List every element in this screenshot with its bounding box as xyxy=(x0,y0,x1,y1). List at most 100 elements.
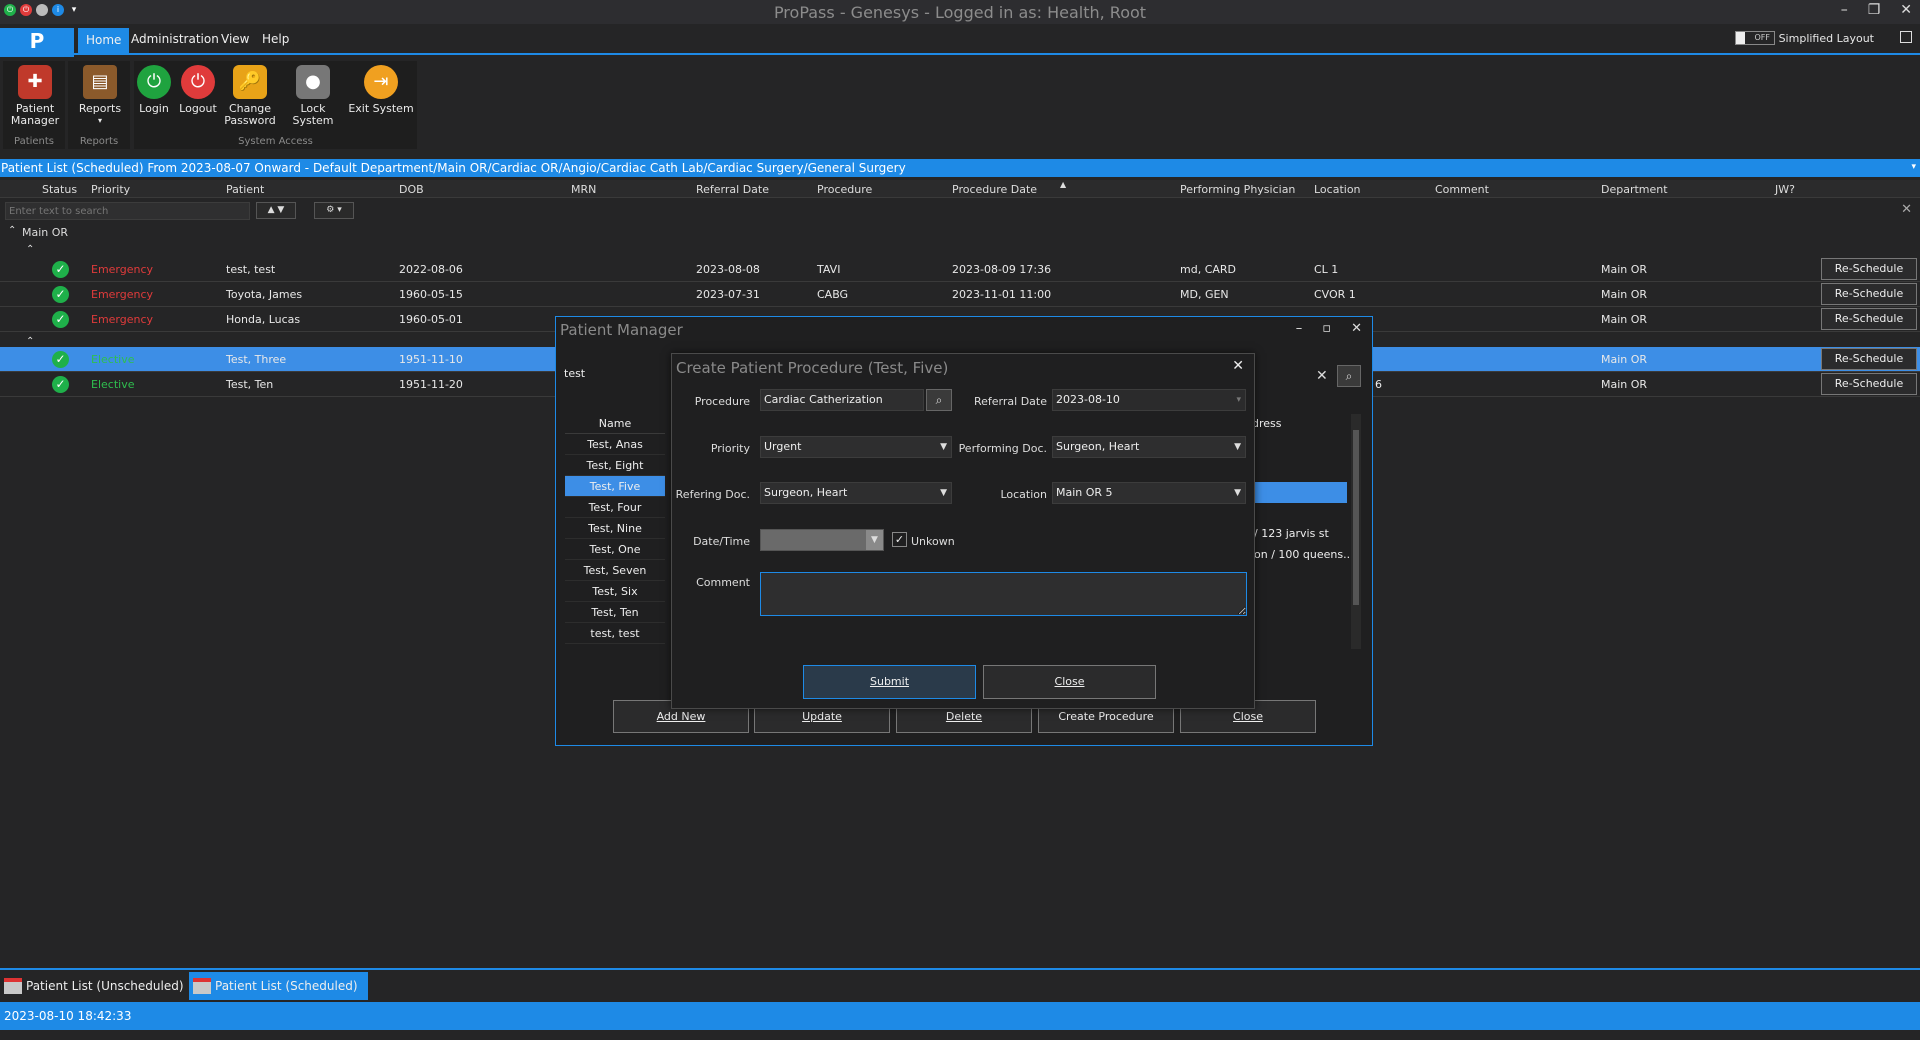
tab-scheduled[interactable]: Patient List (Scheduled) xyxy=(189,972,368,1000)
simplified-layout-label: Simplified Layout xyxy=(1778,32,1874,45)
menu-view[interactable]: View xyxy=(221,32,249,46)
reschedule-button[interactable]: Re-Schedule xyxy=(1821,283,1917,305)
col-dob[interactable]: DOB xyxy=(399,183,424,196)
comment-textarea[interactable] xyxy=(760,572,1247,616)
power-off-icon: ⏻ xyxy=(181,65,215,99)
book-icon: ▤ xyxy=(83,65,117,99)
address-column-header[interactable]: dress xyxy=(1252,414,1342,434)
reschedule-button[interactable]: Re-Schedule xyxy=(1821,258,1917,280)
reschedule-button[interactable]: Re-Schedule xyxy=(1821,348,1917,370)
group-header-main-or[interactable]: ⌃ Main OR xyxy=(0,225,1920,243)
collapse-icon[interactable]: ⌃ xyxy=(8,225,16,236)
list-item[interactable]: Test, Nine xyxy=(565,518,665,539)
list-item[interactable]: Test, Anas xyxy=(565,434,665,455)
simplified-layout-toggle[interactable]: OFF xyxy=(1735,31,1775,45)
col-patient[interactable]: Patient xyxy=(226,183,264,196)
exit-system-button[interactable]: ⇥ Exit System xyxy=(348,65,414,115)
tab-unscheduled[interactable]: Patient List (Unscheduled) xyxy=(0,972,194,1000)
sort-arrows-button[interactable]: ▲ ▼ xyxy=(256,202,296,219)
col-priority[interactable]: Priority xyxy=(91,183,130,196)
col-mrn[interactable]: MRN xyxy=(571,183,596,196)
reschedule-button[interactable]: Re-Schedule xyxy=(1821,373,1917,395)
close-icon[interactable]: ✕ xyxy=(1900,2,1912,18)
chevron-down-icon[interactable]: ▼ xyxy=(866,530,883,550)
table-row[interactable]: ✓ Emergency test, test 2022-08-06 2023-0… xyxy=(0,257,1920,282)
change-password-button[interactable]: 🔑 Change Password xyxy=(222,65,278,127)
list-item[interactable]: Test, Ten xyxy=(565,602,665,623)
menu-home[interactable]: Home xyxy=(78,28,130,55)
filter-row: ▲ ▼ ⚙ ▾ ✕ xyxy=(0,199,1920,223)
minimize-icon[interactable]: – xyxy=(1841,2,1848,18)
chevron-down-icon[interactable]: ▾ xyxy=(1236,390,1241,410)
refering-doc-select[interactable]: Surgeon, Heart ▼ xyxy=(760,482,952,504)
chevron-down-icon[interactable]: ▼ xyxy=(1234,437,1241,457)
patient-manager-button[interactable]: ✚ Patient Manager xyxy=(7,65,63,127)
procedure-search-button[interactable]: ⌕ xyxy=(926,389,952,411)
menu-administration[interactable]: Administration xyxy=(131,32,219,46)
performing-doc-select[interactable]: Surgeon, Heart ▼ xyxy=(1052,436,1246,458)
layout-icon[interactable] xyxy=(1900,31,1912,43)
col-performing-physician[interactable]: Performing Physician xyxy=(1180,183,1295,196)
procedure-field[interactable]: Cardiac Catherization xyxy=(760,389,924,411)
clear-search-icon[interactable]: ✕ xyxy=(1316,368,1328,384)
reports-button[interactable]: ▤ Reports ▾ xyxy=(72,65,128,127)
address-cell: on / 100 queens... xyxy=(1254,548,1354,561)
app-logo[interactable]: P xyxy=(0,28,74,57)
list-item[interactable]: Test, Seven xyxy=(565,560,665,581)
group-label-reports: Reports xyxy=(79,136,119,147)
list-item-selected[interactable]: Test, Five xyxy=(565,476,665,497)
address-cell: / 123 jarvis st xyxy=(1254,527,1329,540)
col-comment[interactable]: Comment xyxy=(1435,183,1489,196)
chevron-down-icon[interactable]: ▾ xyxy=(1911,162,1916,172)
location-label: Location xyxy=(1000,488,1047,501)
menu-help[interactable]: Help xyxy=(262,32,289,46)
row-cell: 6 xyxy=(1375,378,1382,391)
unknown-checkbox[interactable]: ✓ xyxy=(892,532,907,547)
list-item[interactable]: test, test xyxy=(565,623,665,644)
col-jw[interactable]: JW? xyxy=(1775,183,1795,196)
minimize-icon[interactable]: – xyxy=(1296,321,1303,336)
list-item[interactable]: Test, Eight xyxy=(565,455,665,476)
ribbon-group-system-access: ⏻ Login ⏻ Logout 🔑 Change Password ● Loc… xyxy=(134,61,417,149)
search-icon: ⌕ xyxy=(1345,369,1353,383)
col-department[interactable]: Department xyxy=(1601,183,1668,196)
reschedule-button[interactable]: Re-Schedule xyxy=(1821,308,1917,330)
col-procedure-date[interactable]: Procedure Date xyxy=(952,183,1037,196)
name-column-header[interactable]: Name xyxy=(565,414,665,434)
lock-system-button[interactable]: ● Lock System xyxy=(280,65,346,127)
login-button[interactable]: ⏻ Login xyxy=(134,65,174,115)
exit-icon: ⇥ xyxy=(364,65,398,99)
list-item[interactable]: Test, One xyxy=(565,539,665,560)
list-item[interactable]: Test, Six xyxy=(565,581,665,602)
col-location[interactable]: Location xyxy=(1314,183,1361,196)
logout-button[interactable]: ⏻ Logout xyxy=(176,65,220,115)
col-status[interactable]: Status xyxy=(42,183,77,196)
patient-search-field[interactable]: test xyxy=(564,367,585,380)
collapse-icon[interactable]: ⌃ xyxy=(26,244,34,255)
datetime-label: Date/Time xyxy=(693,535,750,548)
close-button[interactable]: Close xyxy=(983,665,1156,699)
chevron-down-icon[interactable]: ▼ xyxy=(1234,483,1241,503)
priority-label: Priority xyxy=(710,442,750,455)
priority-select[interactable]: Urgent ▼ xyxy=(760,436,952,458)
close-icon[interactable]: ✕ xyxy=(1351,321,1362,336)
clear-filter-icon[interactable]: ✕ xyxy=(1901,202,1912,217)
submit-button[interactable]: Submit xyxy=(803,665,976,699)
settings-button[interactable]: ⚙ ▾ xyxy=(314,202,354,219)
collapse-icon[interactable]: ⌃ xyxy=(26,336,34,347)
close-icon[interactable]: ✕ xyxy=(1232,358,1244,374)
chevron-down-icon[interactable]: ▼ xyxy=(940,483,947,503)
search-button[interactable]: ⌕ xyxy=(1337,365,1361,387)
table-row[interactable]: ✓ Emergency Toyota, James 1960-05-15 202… xyxy=(0,282,1920,307)
search-icon: ⌕ xyxy=(935,393,943,407)
col-procedure[interactable]: Procedure xyxy=(817,183,872,196)
search-input[interactable] xyxy=(5,202,250,220)
menu-bar: P Home Administration View Help OFF Simp… xyxy=(0,28,1920,57)
referral-date-field[interactable]: 2023-08-10 ▾ xyxy=(1052,389,1246,411)
restore-icon[interactable]: ❐ xyxy=(1868,2,1881,18)
location-select[interactable]: Main OR 5 ▼ xyxy=(1052,482,1246,504)
list-item[interactable]: Test, Four xyxy=(565,497,665,518)
maximize-icon[interactable]: ▫ xyxy=(1322,321,1331,336)
col-referral-date[interactable]: Referral Date xyxy=(696,183,769,196)
scrollbar-thumb[interactable] xyxy=(1353,430,1359,605)
